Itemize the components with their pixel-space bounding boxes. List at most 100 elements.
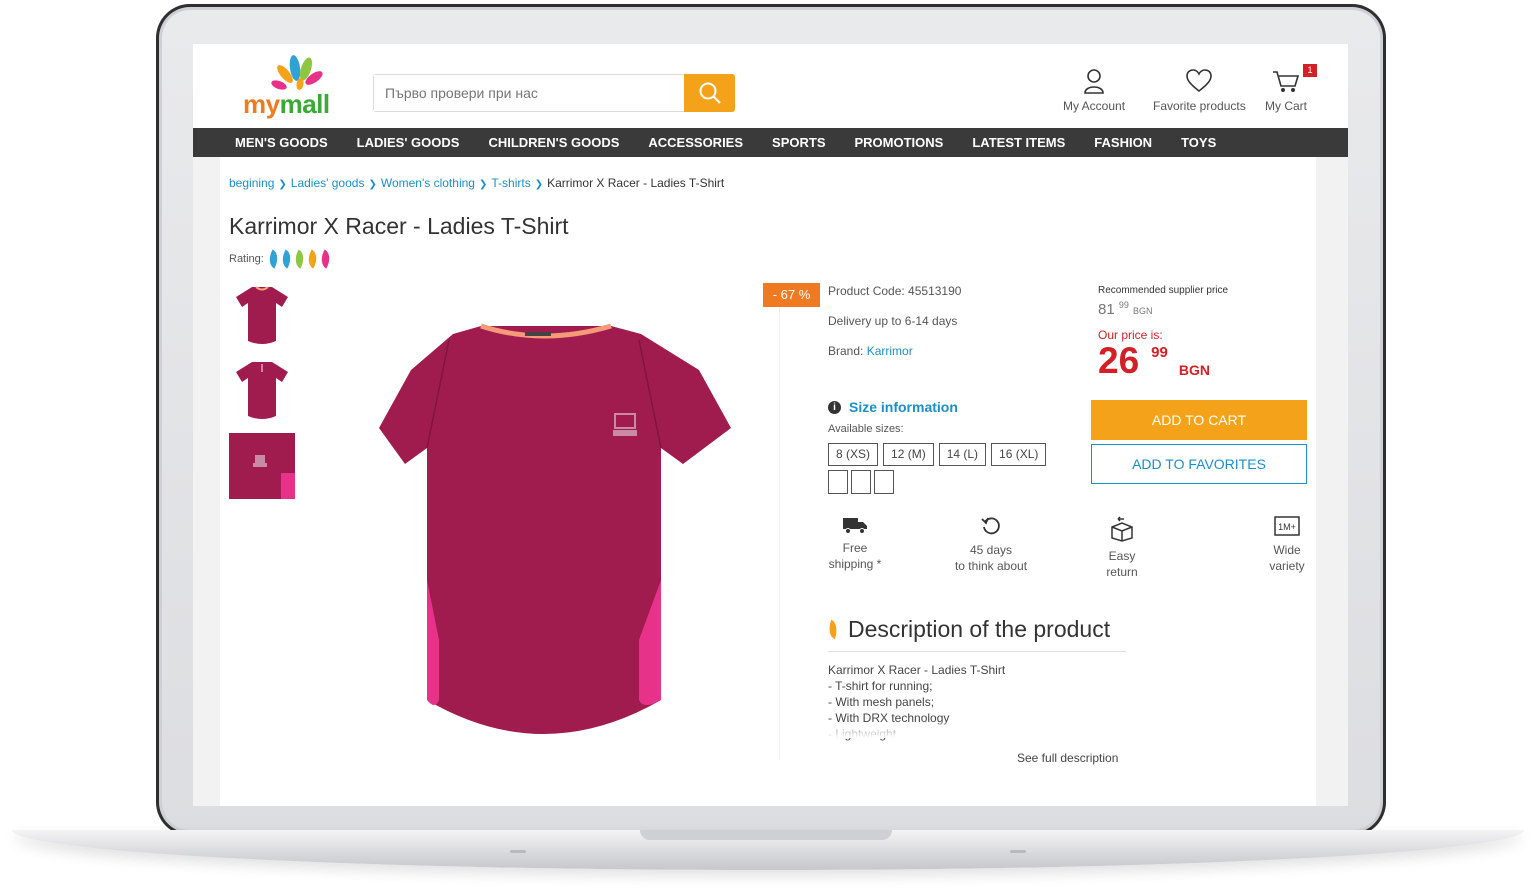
- recommended-price-cents: 99: [1118, 300, 1129, 310]
- size-options: 8 (XS) 12 (M) 14 (L) 16 (XL): [828, 443, 1047, 466]
- feature-wide-variety: 1M+ Wide variety: [1265, 516, 1309, 574]
- nav-item-mens-goods[interactable]: MEN'S GOODS: [235, 128, 328, 157]
- rating-leaves[interactable]: [264, 249, 335, 269]
- tshirt-main-image: [379, 323, 731, 734]
- user-icon: [1084, 69, 1104, 94]
- my-account-link[interactable]: My Account: [1063, 68, 1125, 113]
- description-fade: [828, 722, 1128, 738]
- size-information-link[interactable]: i Size information: [828, 399, 958, 415]
- chevron-right-icon: ❯: [368, 179, 377, 190]
- search-icon: [699, 82, 721, 104]
- our-price-cents: 99: [1151, 344, 1168, 361]
- size-option-empty[interactable]: [828, 470, 848, 494]
- chevron-right-icon: ❯: [478, 179, 488, 190]
- size-information-label: Size information: [849, 399, 958, 415]
- laptop-foot: [1010, 850, 1026, 853]
- main-nav: MEN'S GOODS LADIES' GOODS CHILDREN'S GOO…: [193, 128, 1348, 157]
- breadcrumb-link[interactable]: Ladies' goods: [291, 176, 365, 190]
- recommended-price-whole: 81: [1098, 301, 1115, 318]
- feature-45-days-line2: to think about: [954, 559, 1028, 573]
- variety-icon: 1M+: [1274, 516, 1300, 536]
- feature-45-days: 45 days to think about: [949, 516, 1033, 574]
- feature-free-shipping: Free shipping *: [822, 516, 888, 572]
- brand-info: Brand: Karrimor: [828, 344, 913, 358]
- rating-leaf-icon: [264, 249, 283, 269]
- search-button[interactable]: [684, 74, 735, 112]
- description-line: - With mesh panels;: [828, 695, 935, 709]
- size-option-16xl[interactable]: 16 (XL): [991, 443, 1047, 466]
- feature-free-shipping-line1: Free: [842, 541, 868, 555]
- breadcrumb: begining ❯ Ladies' goods ❯ Women's clothing ❯…: [229, 176, 724, 190]
- brand-label: Brand:: [828, 344, 864, 358]
- return-box-icon: [1111, 516, 1133, 542]
- size-option-empty[interactable]: [851, 470, 871, 494]
- cart-icon: [1273, 71, 1300, 92]
- breadcrumb-link[interactable]: T-shirts: [491, 176, 530, 190]
- undo-clock-icon: [981, 517, 1000, 535]
- description-heading: Description of the product: [825, 616, 1111, 643]
- size-option-empty[interactable]: [874, 470, 894, 494]
- breadcrumb-link[interactable]: begining: [229, 176, 274, 190]
- my-cart-link[interactable]: My Cart 1: [1265, 64, 1317, 113]
- size-options-empty: [828, 470, 894, 494]
- recommended-price-label: Recommended supplier price: [1098, 285, 1229, 296]
- add-to-favorites-button[interactable]: ADD TO FAVORITES: [1091, 444, 1307, 484]
- rating-label: Rating:: [229, 253, 264, 265]
- site-header: mymall My Account Favorite products My C…: [193, 44, 1348, 128]
- heart-icon: [1186, 69, 1213, 93]
- product-thumbnail-front[interactable]: [229, 282, 295, 348]
- see-full-description-link[interactable]: See full description: [1017, 751, 1118, 765]
- product-rating: Rating:: [229, 249, 335, 269]
- search-box: [373, 74, 735, 112]
- add-to-cart-button[interactable]: ADD TO CART: [1091, 400, 1307, 440]
- size-option-14l[interactable]: 14 (L): [938, 443, 987, 466]
- cart-count-badge: 1: [1303, 64, 1317, 77]
- tshirt-detail-image: [229, 433, 295, 499]
- size-option-8xs[interactable]: 8 (XS): [828, 443, 879, 466]
- feature-easy-return: Easy return: [1098, 516, 1146, 580]
- product-thumbnail-detail[interactable]: [229, 433, 295, 499]
- search-input[interactable]: [374, 75, 684, 111]
- mymall-logo[interactable]: mymall: [243, 52, 358, 122]
- nav-item-toys[interactable]: TOYS: [1181, 128, 1216, 157]
- description-title: Description of the product: [848, 616, 1111, 642]
- our-price-currency: BGN: [1178, 362, 1210, 378]
- feature-wide-variety-line1: Wide: [1273, 543, 1301, 557]
- breadcrumb-link[interactable]: Women's clothing: [381, 176, 475, 190]
- available-sizes-label: Available sizes:: [828, 423, 904, 435]
- our-price-whole: 26: [1098, 340, 1140, 381]
- nav-item-ladies-goods[interactable]: LADIES' GOODS: [357, 128, 460, 157]
- laptop-foot: [510, 850, 526, 853]
- feature-easy-return-line2: return: [1106, 565, 1138, 579]
- product-main-image[interactable]: [343, 280, 783, 760]
- favorite-products-link[interactable]: Favorite products: [1153, 68, 1246, 113]
- nav-item-sports[interactable]: SPORTS: [772, 128, 825, 157]
- my-cart-label: My Cart: [1265, 99, 1307, 113]
- nav-item-promotions[interactable]: PROMOTIONS: [855, 128, 944, 157]
- recommended-price: 81 99 BGN: [1098, 300, 1153, 318]
- description-line: - T-shirt for running;: [828, 679, 933, 693]
- product-thumbnail-back[interactable]: [229, 357, 295, 423]
- product-title: Karrimor X Racer - Ladies T-Shirt: [229, 213, 569, 239]
- image-divider: [779, 286, 780, 760]
- leaf-icon: [825, 619, 841, 640]
- rating-leaf-icon: [277, 249, 296, 269]
- nav-item-fashion[interactable]: FASHION: [1094, 128, 1152, 157]
- size-option-12m[interactable]: 12 (M): [883, 443, 934, 466]
- description-line: Karrimor X Racer - Ladies T-Shirt: [828, 663, 1006, 677]
- info-icon: i: [828, 400, 841, 414]
- discount-badge: - 67 %: [763, 283, 820, 307]
- our-price: 26 99 BGN: [1098, 340, 1210, 382]
- rating-leaf-icon: [290, 249, 309, 269]
- nav-item-childrens-goods[interactable]: CHILDREN'S GOODS: [488, 128, 619, 157]
- tshirt-front-image: [236, 286, 288, 344]
- feature-wide-variety-line2: variety: [1269, 559, 1305, 573]
- feature-free-shipping-line2: shipping *: [828, 557, 882, 571]
- nav-item-latest-items[interactable]: LATEST ITEMS: [972, 128, 1065, 157]
- logo-text: mymall: [243, 89, 330, 119]
- brand-link[interactable]: Karrimor: [867, 344, 913, 358]
- screen: mymall My Account Favorite products My C…: [193, 44, 1348, 806]
- nav-item-accessories[interactable]: ACCESSORIES: [648, 128, 743, 157]
- favorite-products-label: Favorite products: [1153, 99, 1246, 113]
- product-code: Product Code: 45513190: [828, 284, 962, 298]
